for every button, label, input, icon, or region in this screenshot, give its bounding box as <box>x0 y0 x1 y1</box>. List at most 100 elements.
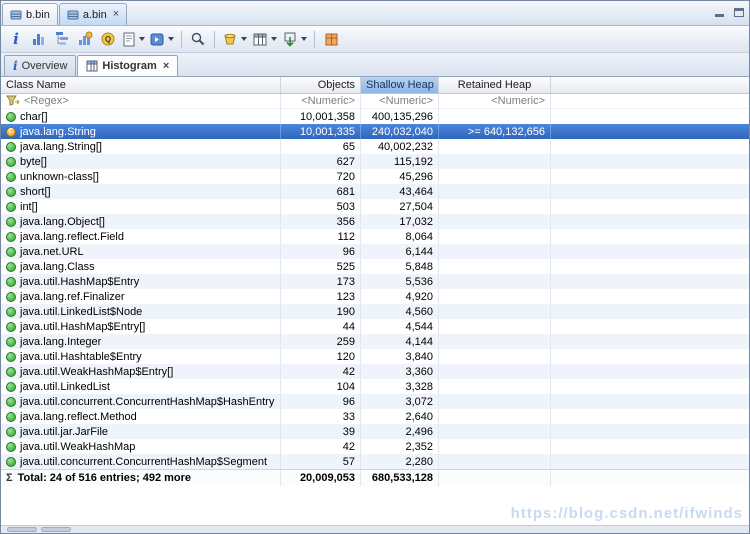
filler-cell <box>551 379 749 394</box>
table-row[interactable]: java.util.HashMap$Entry 173 5,536 <box>1 274 749 289</box>
class-icon <box>6 216 16 227</box>
class-name-cell: java.util.WeakHashMap <box>1 439 281 454</box>
class-name-cell: byte[] <box>1 154 281 169</box>
table-row[interactable]: int[] 503 27,504 <box>1 199 749 214</box>
filler-cell <box>551 409 749 424</box>
regex-filter-field[interactable]: <Regex> <box>1 94 281 108</box>
editor-tab-a-bin[interactable]: a.bin × <box>58 3 128 25</box>
table-row[interactable]: java.util.concurrent.ConcurrentHashMap$S… <box>1 454 749 469</box>
editor-tab-b-bin[interactable]: b.bin <box>2 3 58 25</box>
objects-cell: 96 <box>281 394 361 409</box>
column-header-objects[interactable]: Objects <box>281 77 361 93</box>
shallow-heap-cell: 2,280 <box>361 454 439 469</box>
histogram-tab-icon <box>86 60 98 72</box>
close-tab-icon[interactable]: × <box>163 60 169 72</box>
filler-cell <box>551 214 749 229</box>
shallow-heap-filter-field[interactable]: <Numeric> <box>361 94 439 108</box>
bottom-scrollbar-strip <box>1 525 749 533</box>
customize-table-dropdown[interactable] <box>250 28 279 50</box>
objects-cell: 42 <box>281 364 361 379</box>
maximize-view-icon[interactable] <box>732 6 745 19</box>
table-row[interactable]: java.lang.String[] 65 40,002,232 <box>1 139 749 154</box>
shallow-heap-cell: 3,328 <box>361 379 439 394</box>
table-row[interactable]: java.util.HashMap$Entry[] 44 4,544 <box>1 319 749 334</box>
watermark-text: https://blog.csdn.net/ifwinds <box>510 505 743 522</box>
column-header-class-name[interactable]: Class Name <box>1 77 281 93</box>
table-row[interactable]: byte[] 627 115,192 <box>1 154 749 169</box>
shallow-heap-cell: 17,032 <box>361 214 439 229</box>
horizontal-scrollbar-thumb[interactable] <box>7 527 37 532</box>
class-name-label: char[] <box>20 110 48 123</box>
table-row[interactable]: java.util.LinkedList 104 3,328 <box>1 379 749 394</box>
top-consumers-button[interactable] <box>74 28 96 50</box>
class-name-label: java.lang.reflect.Method <box>20 410 137 423</box>
editor-tab-label: a.bin <box>82 8 107 21</box>
total-row[interactable]: Σ Total: 24 of 516 entries; 492 more 20,… <box>1 469 749 486</box>
table-row[interactable]: java.lang.ref.Finalizer 123 4,920 <box>1 289 749 304</box>
class-name-label: java.lang.Class <box>20 260 95 273</box>
table-row[interactable]: java.util.Hashtable$Entry 120 3,840 <box>1 349 749 364</box>
filler-cell <box>551 424 749 439</box>
table-row[interactable]: unknown-class[] 720 45,296 <box>1 169 749 184</box>
class-name-label: short[] <box>20 185 51 198</box>
retained-heap-cell <box>439 289 551 304</box>
filler-cell <box>551 349 749 364</box>
class-icon <box>6 246 16 257</box>
group-by-dropdown[interactable] <box>220 28 249 50</box>
table-row[interactable]: java.lang.reflect.Field 112 8,064 <box>1 229 749 244</box>
export-icon <box>284 32 296 47</box>
histogram-button[interactable] <box>28 28 50 50</box>
class-name-cell: java.lang.reflect.Field <box>1 229 281 244</box>
search-button[interactable] <box>187 28 209 50</box>
oql-button[interactable]: Q <box>97 28 119 50</box>
overview-button[interactable]: i <box>5 28 27 50</box>
table-row[interactable]: java.lang.Integer 259 4,144 <box>1 334 749 349</box>
class-name-cell: java.net.URL <box>1 244 281 259</box>
table-row[interactable]: java.util.concurrent.ConcurrentHashMap$H… <box>1 394 749 409</box>
shallow-heap-cell: 4,544 <box>361 319 439 334</box>
class-icon <box>6 456 16 467</box>
filler-cell <box>551 304 749 319</box>
objects-cell: 503 <box>281 199 361 214</box>
column-label: Objects <box>317 79 355 91</box>
retained-heap-cell <box>439 409 551 424</box>
total-label: Total: 24 of 516 entries; 492 more <box>17 472 192 484</box>
retained-heap-filter-field[interactable]: <Numeric> <box>439 94 551 108</box>
toolbar-separator <box>181 30 182 48</box>
table-row[interactable]: java.net.URL 96 6,144 <box>1 244 749 259</box>
close-tab-icon[interactable]: × <box>113 9 119 20</box>
table-row[interactable]: java.util.WeakHashMap 42 2,352 <box>1 439 749 454</box>
tab-histogram[interactable]: Histogram × <box>77 55 179 76</box>
export-dropdown[interactable] <box>280 28 309 50</box>
table-row[interactable]: java.util.jar.JarFile 39 2,496 <box>1 424 749 439</box>
sigma-icon: Σ <box>6 472 13 484</box>
class-name-label: java.util.concurrent.ConcurrentHashMap$H… <box>20 395 275 408</box>
table-row[interactable]: short[] 681 43,464 <box>1 184 749 199</box>
total-label-cell: Σ Total: 24 of 516 entries; 492 more <box>1 470 281 486</box>
dominator-tree-button[interactable] <box>51 28 73 50</box>
objects-filter-field[interactable]: <Numeric> <box>281 94 361 108</box>
table-row[interactable]: java.lang.reflect.Method 33 2,640 <box>1 409 749 424</box>
class-name-cell: java.util.LinkedList$Node <box>1 304 281 319</box>
table-row[interactable]: java.lang.Object[] 356 17,032 <box>1 214 749 229</box>
shallow-heap-cell: 40,002,232 <box>361 139 439 154</box>
minimize-view-icon[interactable] <box>713 6 726 19</box>
tab-overview[interactable]: i Overview <box>4 55 77 76</box>
run-expert-report-dropdown[interactable] <box>120 28 147 50</box>
table-row[interactable]: java.util.LinkedList$Node 190 4,560 <box>1 304 749 319</box>
table-row[interactable]: char[] 10,001,358 400,135,296 <box>1 109 749 124</box>
column-header-retained-heap[interactable]: Retained Heap <box>439 77 551 93</box>
table-row[interactable]: Cjava.lang.String 10,001,335 240,032,040 >=… <box>1 124 749 139</box>
retained-heap-cell <box>439 454 551 469</box>
horizontal-scrollbar-thumb[interactable] <box>41 527 71 532</box>
column-header-shallow-heap[interactable]: Shallow Heap <box>361 77 439 93</box>
query-browser-dropdown[interactable] <box>148 28 176 50</box>
compare-button[interactable] <box>320 28 342 50</box>
table-row[interactable]: java.lang.Class 525 5,848 <box>1 259 749 274</box>
class-name-cell: java.lang.ref.Finalizer <box>1 289 281 304</box>
objects-cell: 10,001,335 <box>281 124 361 139</box>
table-row[interactable]: java.util.WeakHashMap$Entry[] 42 3,360 <box>1 364 749 379</box>
class-name-label: unknown-class[] <box>20 170 99 183</box>
retained-heap-cell <box>439 439 551 454</box>
objects-cell: 173 <box>281 274 361 289</box>
